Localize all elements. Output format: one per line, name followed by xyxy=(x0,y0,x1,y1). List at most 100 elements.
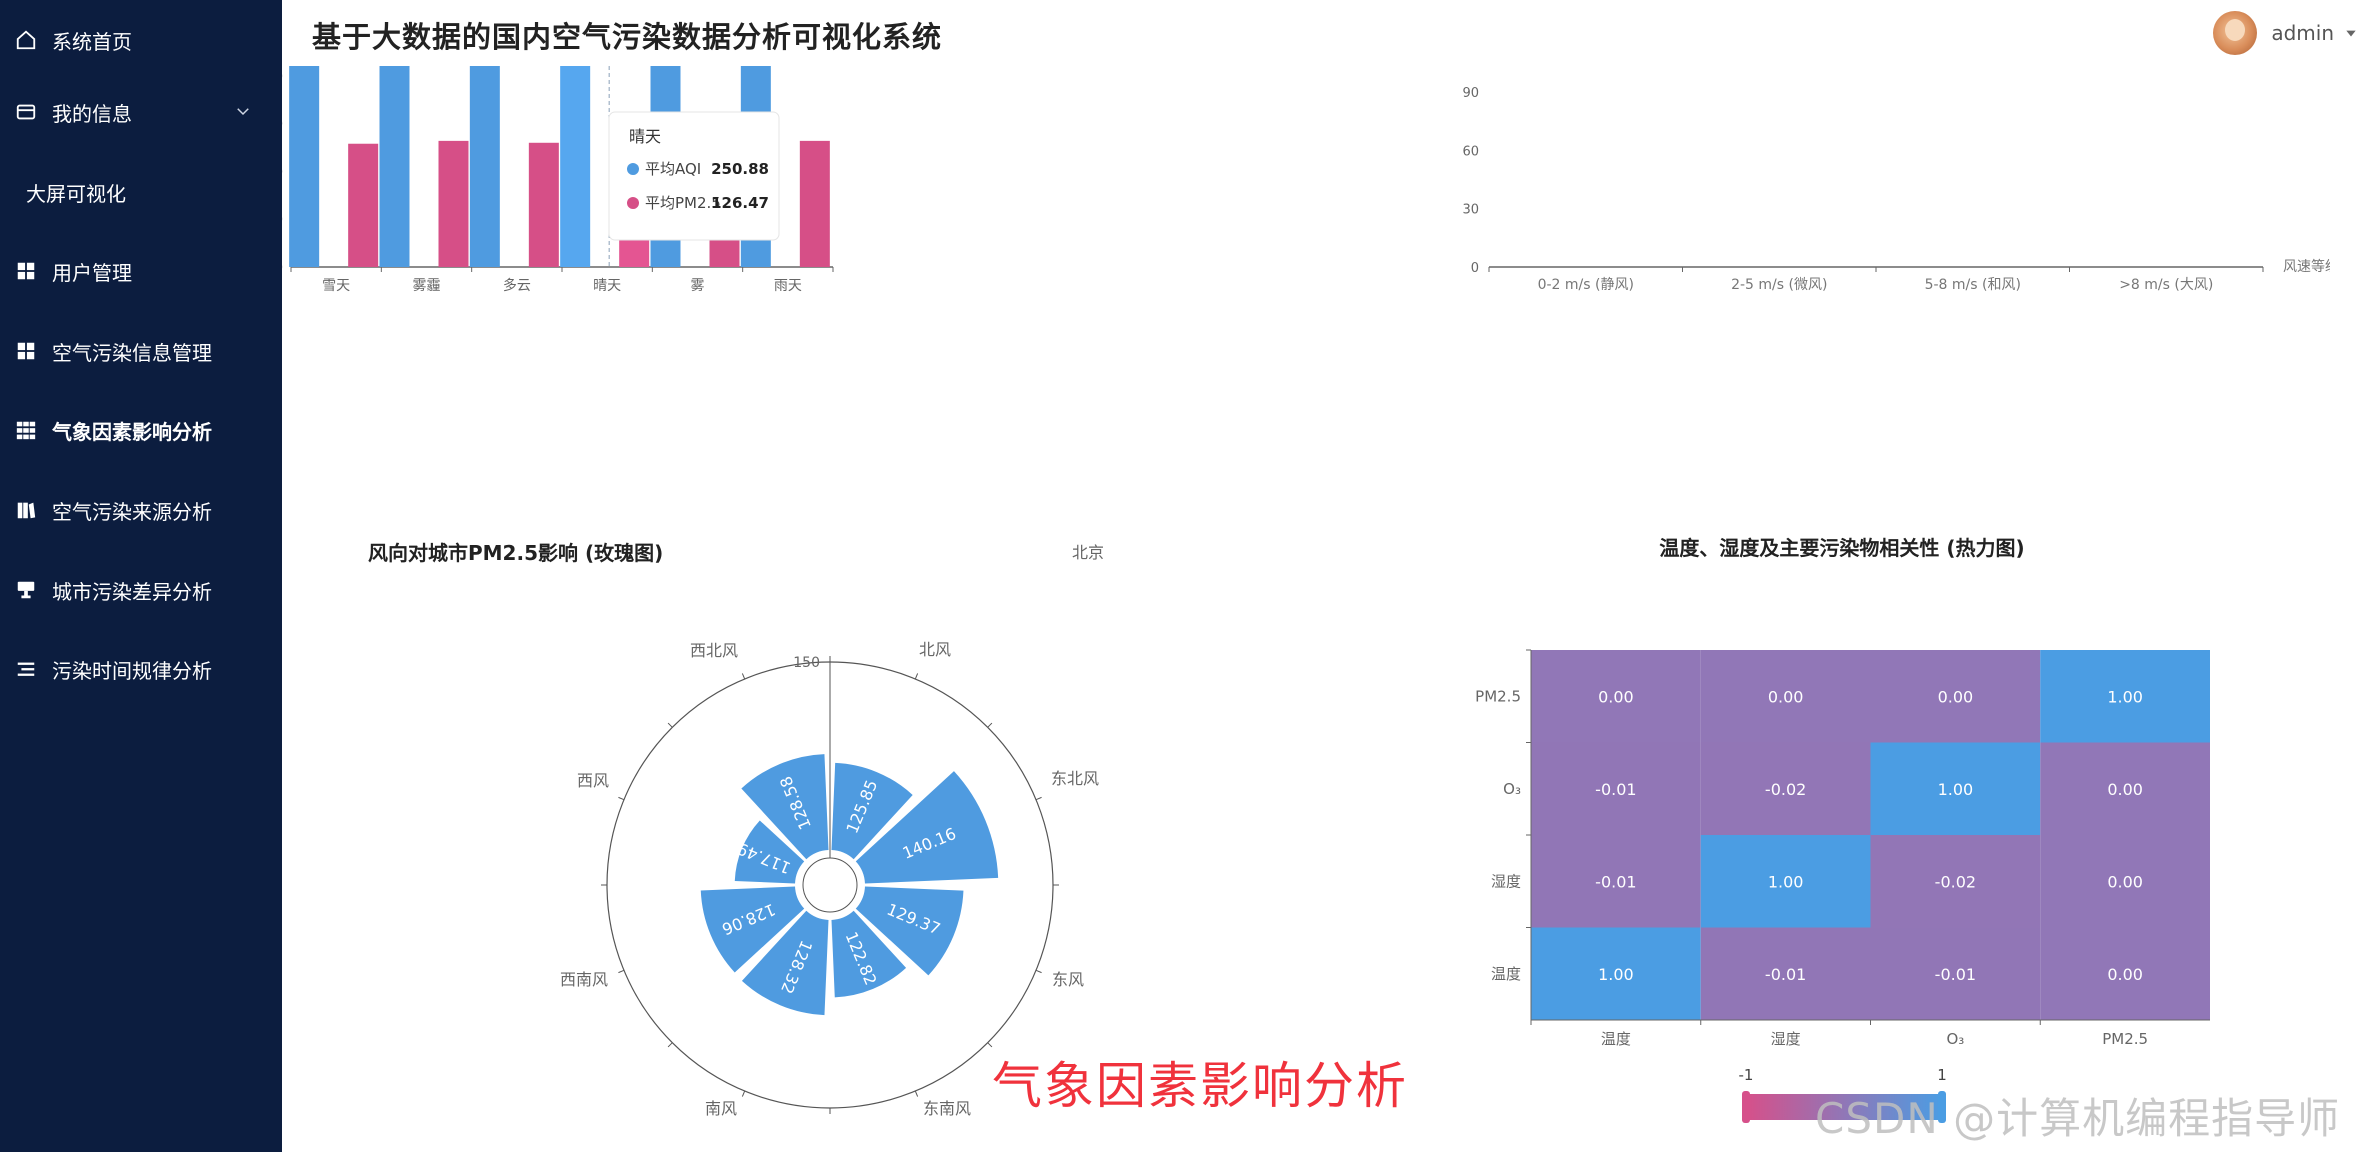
rose-category-label: 东北风 xyxy=(1051,769,1099,788)
sidebar-item-label: 气象因素影响分析 xyxy=(52,419,212,444)
sidebar-item-pollution-info[interactable]: 空气污染信息管理 xyxy=(0,311,282,391)
sidebar-item-user-management[interactable]: 用户管理 xyxy=(0,231,282,311)
ring-tick xyxy=(741,673,746,680)
sidebar-item-weather-impact[interactable]: 气象因素影响分析 xyxy=(0,390,282,470)
y-tick-label: 温度 xyxy=(1491,965,1521,983)
sidebar-item-label: 空气污染信息管理 xyxy=(52,340,212,365)
app-root: 系统首页 我的信息 大屏可视化 用户管理 空气污染信息管理 气象因素影响分析 空… xyxy=(0,0,2368,1152)
user-menu[interactable]: admin xyxy=(2213,10,2358,56)
tooltip-dot xyxy=(627,197,639,209)
pm25-bar xyxy=(528,142,559,267)
sidebar-item-label: 污染时间规律分析 xyxy=(52,658,212,683)
ring-tick xyxy=(987,722,993,728)
rose-inner-hole xyxy=(802,857,858,913)
ring-tick xyxy=(914,673,919,680)
heatmap-cell-value: 1.00 xyxy=(1598,965,1634,984)
rose-category-label: 西北风 xyxy=(690,641,738,660)
tooltip-title: 晴天 xyxy=(629,127,661,146)
aqi-bar xyxy=(469,66,500,267)
sidebar-item-big-screen[interactable]: 大屏可视化 xyxy=(0,152,282,232)
ring-tick xyxy=(741,1090,746,1097)
sidebar-item-city-difference[interactable]: 城市污染差异分析 xyxy=(0,550,282,630)
tooltip-dot xyxy=(627,163,639,175)
wind-speed-chart: 0 30 60 90 0-2 m/s (静风) 2-5 m/s (微风) 5-8 m/s (… xyxy=(1462,86,2330,293)
sidebar-item-time-pattern[interactable]: 污染时间规律分析 xyxy=(0,629,282,709)
book-icon xyxy=(14,498,38,522)
x-tick-label: PM2.5 xyxy=(2102,1030,2148,1048)
x-axis-label: 风速等级 xyxy=(2283,258,2330,275)
sidebar-item-my-info[interactable]: 我的信息 xyxy=(0,72,282,152)
grid9-icon xyxy=(14,418,38,442)
heatmap-cell-value: 1.00 xyxy=(1938,780,1974,799)
heatmap-cell-value: 1.00 xyxy=(1768,872,1804,891)
legend-handle-min xyxy=(1742,1091,1750,1123)
y-tick-label: 0 xyxy=(282,261,283,276)
sidebar-item-label: 我的信息 xyxy=(52,101,132,126)
heatmap-cell-value: -0.02 xyxy=(1765,780,1806,799)
heatmap-cell-value: 0.00 xyxy=(2107,872,2143,891)
card-icon xyxy=(14,100,38,124)
y-tick-label: 0 xyxy=(1471,261,1479,276)
x-tick-label: 湿度 xyxy=(1771,1030,1801,1048)
aqi-bar xyxy=(560,66,591,267)
home-icon xyxy=(14,28,38,52)
chart-tooltip: 晴天平均AQI 250.88 平均PM2.5126.47 xyxy=(608,111,780,241)
stamp-icon xyxy=(14,578,38,602)
chart-title: 风向对城市PM2.5影响 (玫瑰图) xyxy=(368,541,663,565)
y-tick-label: PM2.5 xyxy=(1475,687,1521,705)
y-tick-label: 90 xyxy=(1462,86,1479,101)
x-tick-label: 雾 xyxy=(691,278,705,294)
pm25-bar xyxy=(438,140,469,267)
x-tick-label: >8 m/s (大风) xyxy=(2119,277,2213,293)
y-tick-label: 150 xyxy=(282,118,283,133)
sidebar-item-label: 用户管理 xyxy=(52,260,132,285)
x-tick-label: 雾霾 xyxy=(413,278,441,294)
plot-area: 050100150200雪天雾霾多云晴天雾雨天晴天平均AQI250.88平均PM… xyxy=(282,66,834,294)
heatmap-cell-value: 0.00 xyxy=(1938,687,1974,706)
y-tick-label: 50 xyxy=(282,213,283,228)
y-tick-label: 100 xyxy=(282,165,283,180)
watermark-text: CSDN @计算机编程指导师 xyxy=(1815,1094,2341,1143)
y-tick-label: O₃ xyxy=(1503,780,1521,798)
rose-category-label: 南风 xyxy=(705,1099,737,1118)
grid-icon xyxy=(14,259,38,283)
heatmap-cell-value: -0.01 xyxy=(1765,965,1806,984)
chart-title: 温度、湿度及主要污染物相关性 (热力图) xyxy=(1659,536,2024,560)
aqi-bar xyxy=(379,66,410,267)
y-tick-label: 60 xyxy=(1462,144,1479,159)
overlay-caption: 气象因素影响分析 xyxy=(992,1057,1408,1115)
sidebar-item-label: 系统首页 xyxy=(52,29,132,54)
sidebar: 系统首页 我的信息 大屏可视化 用户管理 空气污染信息管理 气象因素影响分析 空… xyxy=(0,0,282,1152)
rose-category-label: 北风 xyxy=(919,640,951,659)
sidebar-item-home[interactable]: 系统首页 xyxy=(0,0,282,80)
heatmap-cell-value: -0.01 xyxy=(1595,872,1636,891)
heatmap-cell-value: -0.01 xyxy=(1935,965,1976,984)
top-header: 基于大数据的国内空气污染数据分析可视化系统 admin xyxy=(282,0,2368,66)
heatmap-cell-value: 0.00 xyxy=(1768,687,1804,706)
x-tick-label: 5-8 m/s (和风) xyxy=(1925,277,2021,293)
avatar[interactable] xyxy=(2213,11,2258,55)
list-icon xyxy=(14,657,38,681)
pm25-bar xyxy=(799,140,830,267)
ring-tick xyxy=(914,1090,919,1097)
rose-category-label: 西南风 xyxy=(560,970,608,989)
y-tick-label: 200 xyxy=(282,70,283,85)
sidebar-item-label: 空气污染来源分析 xyxy=(52,499,212,524)
rose-category-label: 东风 xyxy=(1052,970,1084,989)
chart-subtitle: 北京 xyxy=(1072,543,1104,562)
x-tick-label: 雪天 xyxy=(322,278,350,294)
weather-bar-chart: 050100150200雪天雾霾多云晴天雾雨天晴天平均AQI250.88平均PM… xyxy=(282,66,834,294)
chevron-down-icon[interactable] xyxy=(234,102,252,120)
rose-category-label: 东南风 xyxy=(923,1099,971,1118)
legend-max-label: 1 xyxy=(1937,1066,1947,1084)
ring-tick xyxy=(1035,969,1042,974)
ring-tick xyxy=(618,969,625,974)
tooltip-value: 250.88 xyxy=(711,160,769,178)
heatmap-cell-value: -0.02 xyxy=(1935,872,1976,891)
caret-down-icon[interactable] xyxy=(2344,26,2358,40)
tooltip-series-name: 平均PM2.5 xyxy=(645,194,721,212)
ring-tick xyxy=(667,1042,673,1048)
x-tick-label: 温度 xyxy=(1601,1030,1631,1048)
radial-tick-label: 150 xyxy=(793,655,820,671)
sidebar-item-pollution-source[interactable]: 空气污染来源分析 xyxy=(0,470,282,550)
